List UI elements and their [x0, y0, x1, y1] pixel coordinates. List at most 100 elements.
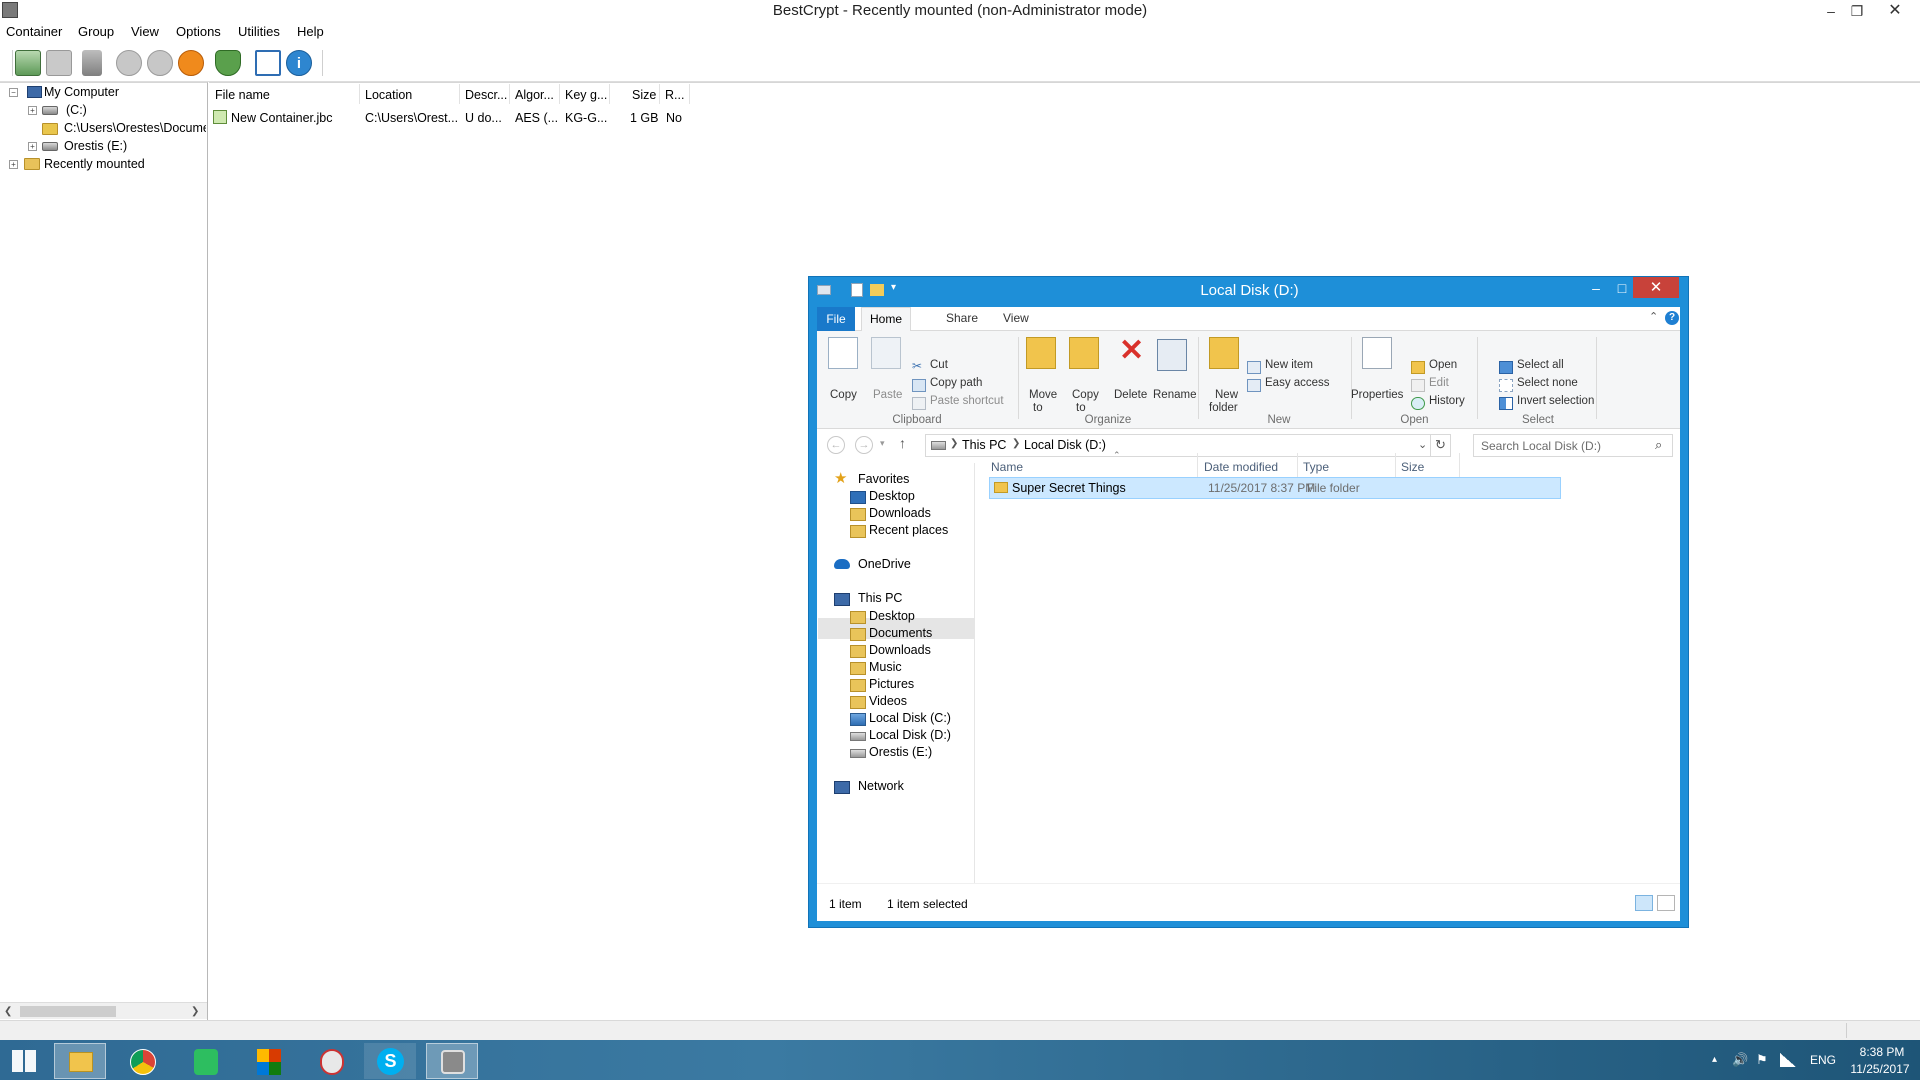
large-icons-view-icon[interactable]: [1657, 895, 1675, 911]
rename-icon[interactable]: [1157, 339, 1187, 371]
tree-item-recently-mounted[interactable]: Recently mounted: [44, 157, 145, 171]
nav-pc-desktop[interactable]: Desktop: [869, 609, 915, 623]
move-to-icon[interactable]: [1026, 337, 1056, 369]
address-dropdown-icon[interactable]: ⌄: [1418, 438, 1427, 451]
collapse-ribbon-icon[interactable]: ⌃: [1649, 310, 1658, 323]
select-all-button[interactable]: Select all: [1517, 359, 1564, 371]
tab-view[interactable]: View: [1003, 311, 1029, 325]
nav-favorites[interactable]: Favorites: [858, 472, 909, 486]
nav-downloads[interactable]: Downloads: [869, 506, 931, 520]
open-button[interactable]: Open: [1429, 359, 1457, 371]
taskbar-bestcrypt[interactable]: [426, 1043, 478, 1079]
taskbar-office[interactable]: [243, 1043, 295, 1079]
delete-button[interactable]: Delete: [1114, 389, 1147, 401]
paste-button[interactable]: Paste: [873, 389, 902, 401]
taskbar-skype[interactable]: S: [364, 1043, 416, 1079]
col-size[interactable]: Size: [1401, 460, 1424, 474]
breadcrumb-separator-icon[interactable]: ❯: [950, 438, 958, 449]
restore-button[interactable]: ❐: [1846, 2, 1868, 20]
col-description[interactable]: Descr...: [465, 88, 507, 102]
shield-icon[interactable]: [215, 50, 241, 76]
details-view-icon[interactable]: [1635, 895, 1653, 911]
tab-home[interactable]: Home: [861, 307, 911, 332]
nav-videos[interactable]: Videos: [869, 694, 907, 708]
select-all-icon[interactable]: [1499, 361, 1513, 374]
paste-shortcut-icon[interactable]: [912, 397, 926, 410]
clock-date[interactable]: 11/25/2017: [1846, 1062, 1914, 1076]
column-divider[interactable]: [1297, 453, 1298, 479]
select-none-button[interactable]: Select none: [1517, 377, 1578, 389]
move-to-button[interactable]: Move: [1029, 389, 1057, 401]
menu-utilities[interactable]: Utilities: [238, 24, 280, 39]
breadcrumb-this-pc[interactable]: This PC: [962, 438, 1006, 452]
column-divider[interactable]: [1459, 453, 1460, 479]
language-indicator[interactable]: ENG: [1810, 1053, 1836, 1067]
nav-pictures[interactable]: Pictures: [869, 677, 914, 691]
new-container-icon[interactable]: [15, 50, 41, 76]
col-readonly[interactable]: R...: [665, 88, 684, 102]
nav-orestis-e[interactable]: Orestis (E:): [869, 745, 932, 759]
file-row-selected[interactable]: Super Secret Things 11/25/2017 8:37 PM F…: [989, 477, 1561, 499]
edit-icon[interactable]: [1411, 379, 1425, 392]
forward-icon[interactable]: →: [855, 436, 873, 454]
tree-horizontal-scrollbar[interactable]: ❮ ❯: [0, 1002, 207, 1019]
search-icon[interactable]: ⌕: [1655, 437, 1662, 453]
scroll-right-icon[interactable]: ❯: [191, 1006, 199, 1017]
taskbar-evernote[interactable]: [180, 1043, 232, 1079]
delete-container-icon[interactable]: [82, 50, 102, 76]
properties-icon[interactable]: [1362, 337, 1392, 369]
clock-time[interactable]: 8:38 PM: [1852, 1045, 1912, 1059]
explorer-close-button[interactable]: ✕: [1633, 277, 1679, 298]
col-file-name[interactable]: File name: [215, 88, 270, 102]
cut-button[interactable]: Cut: [930, 359, 948, 371]
action-center-flag-icon[interactable]: ⚑: [1756, 1052, 1768, 1068]
nav-documents[interactable]: Documents: [869, 626, 932, 640]
menu-help[interactable]: Help: [297, 24, 324, 39]
new-item-button[interactable]: New item: [1265, 359, 1313, 371]
up-icon[interactable]: ↑: [899, 435, 906, 451]
back-icon[interactable]: ←: [827, 436, 845, 454]
column-divider[interactable]: [1395, 453, 1396, 479]
breadcrumb-separator-icon[interactable]: ❯: [1012, 438, 1020, 449]
recent-locations-icon[interactable]: ▾: [880, 438, 885, 449]
new-folder-icon[interactable]: [1209, 337, 1239, 369]
easy-access-button[interactable]: Easy access: [1265, 377, 1330, 389]
select-none-icon[interactable]: [1499, 379, 1513, 392]
menu-container[interactable]: Container: [6, 24, 62, 39]
copy-to-icon[interactable]: [1069, 337, 1099, 369]
nav-this-pc[interactable]: This PC: [858, 591, 902, 605]
volume-icon[interactable]: 🔊: [1732, 1052, 1748, 1068]
history-button[interactable]: History: [1429, 395, 1465, 407]
tree-item-orestis-e[interactable]: Orestis (E:): [64, 139, 127, 153]
nav-local-disk-c[interactable]: Local Disk (C:): [869, 711, 951, 725]
nav-network[interactable]: Network: [858, 779, 904, 793]
copy-path-icon[interactable]: [912, 379, 926, 392]
tab-share[interactable]: Share: [946, 311, 978, 325]
menu-view[interactable]: View: [131, 24, 159, 39]
explorer-maximize-button[interactable]: □: [1609, 278, 1635, 298]
col-date-modified[interactable]: Date modified: [1204, 460, 1278, 474]
taskbar-paint[interactable]: [306, 1043, 358, 1079]
rename-button[interactable]: Rename: [1153, 389, 1196, 401]
new-folder-button[interactable]: New: [1215, 389, 1238, 401]
paste-icon[interactable]: [871, 337, 901, 369]
tree-item-container[interactable]: C:\Users\Orestes\Docume: [64, 121, 206, 135]
nav-recent-places[interactable]: Recent places: [869, 523, 948, 537]
mount-icon[interactable]: [147, 50, 173, 76]
open-icon[interactable]: [1411, 361, 1425, 374]
file-name[interactable]: Super Secret Things: [1012, 481, 1126, 495]
info-icon[interactable]: i: [286, 50, 312, 76]
copy-path-button[interactable]: Copy path: [930, 377, 982, 389]
column-divider[interactable]: [509, 84, 510, 104]
show-hidden-icons[interactable]: ▴: [1712, 1054, 1717, 1065]
menu-options[interactable]: Options: [176, 24, 221, 39]
edit-button[interactable]: Edit: [1429, 377, 1449, 389]
help-icon[interactable]: ?: [1665, 311, 1679, 325]
start-windows-icon[interactable]: [12, 1050, 36, 1072]
breadcrumb-local-disk-d[interactable]: Local Disk (D:): [1024, 438, 1106, 452]
cell-file-name[interactable]: New Container.jbc: [231, 111, 356, 125]
tab-file[interactable]: File: [817, 307, 855, 331]
column-divider[interactable]: [659, 84, 660, 104]
col-name[interactable]: Name: [991, 460, 1023, 474]
col-type[interactable]: Type: [1303, 460, 1329, 474]
